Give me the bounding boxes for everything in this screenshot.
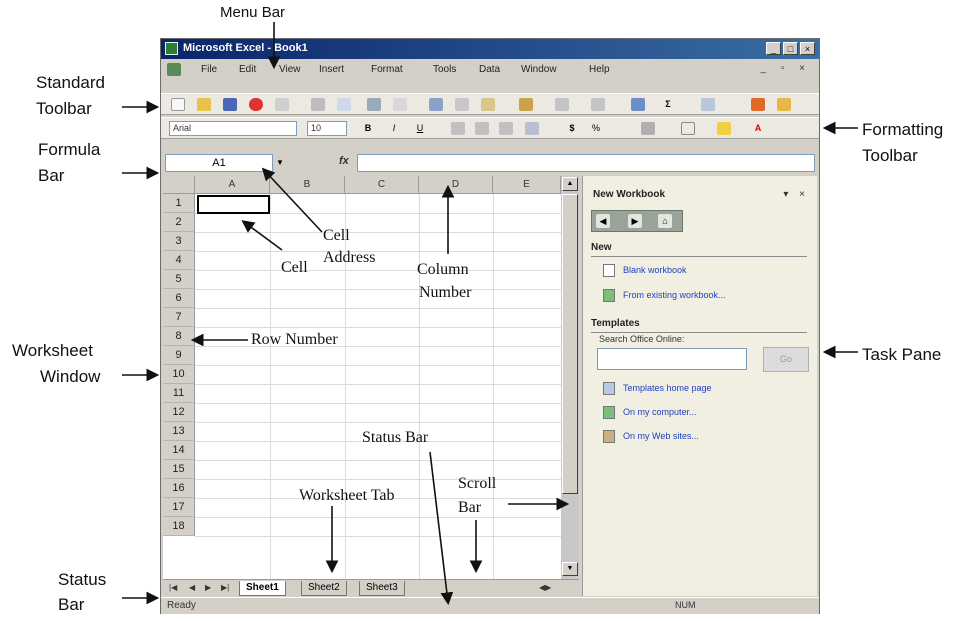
arrow-status-bar-inner bbox=[429, 451, 454, 606]
arrow-cell-address bbox=[261, 167, 323, 233]
annotation-arrows bbox=[122, 22, 858, 606]
arrow-cell bbox=[241, 220, 283, 251]
